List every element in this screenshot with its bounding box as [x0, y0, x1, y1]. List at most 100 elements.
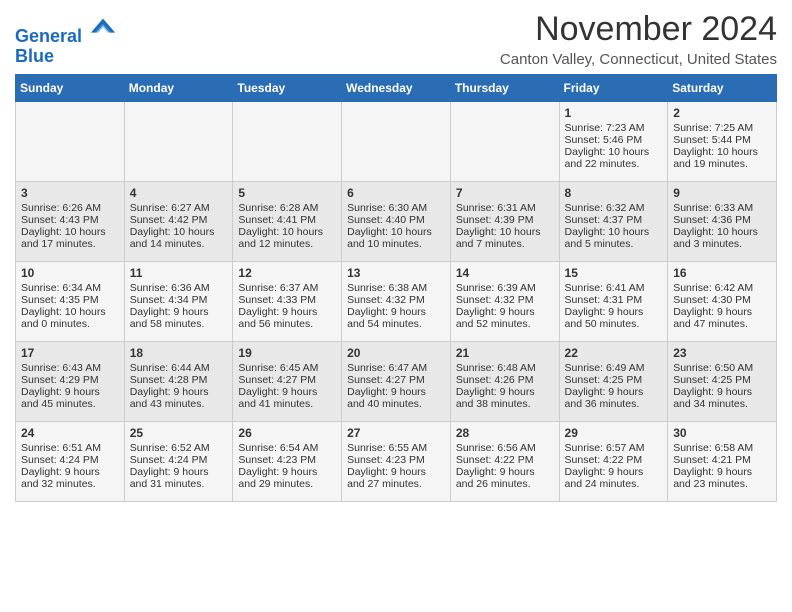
calendar-day-2: 2Sunrise: 7:25 AMSunset: 5:44 PMDaylight…	[668, 102, 777, 182]
day-info-line: Sunset: 4:22 PM	[565, 454, 663, 466]
day-info-line: Sunset: 4:43 PM	[21, 214, 119, 226]
day-info-line: Daylight: 10 hours and 5 minutes.	[565, 226, 663, 250]
day-info-line: Sunrise: 6:54 AM	[238, 442, 336, 454]
day-number: 26	[238, 426, 336, 440]
day-number: 5	[238, 186, 336, 200]
day-info-line: Daylight: 10 hours and 22 minutes.	[565, 146, 663, 170]
calendar-day-27: 27Sunrise: 6:55 AMSunset: 4:23 PMDayligh…	[342, 422, 451, 502]
calendar-day-25: 25Sunrise: 6:52 AMSunset: 4:24 PMDayligh…	[124, 422, 233, 502]
day-info-line: Sunrise: 6:28 AM	[238, 202, 336, 214]
calendar-week-1: 1Sunrise: 7:23 AMSunset: 5:46 PMDaylight…	[16, 102, 777, 182]
calendar-day-24: 24Sunrise: 6:51 AMSunset: 4:24 PMDayligh…	[16, 422, 125, 502]
empty-cell	[450, 102, 559, 182]
day-number: 23	[673, 346, 771, 360]
day-info-line: Daylight: 9 hours and 23 minutes.	[673, 466, 771, 490]
day-number: 12	[238, 266, 336, 280]
day-info-line: Sunrise: 6:41 AM	[565, 282, 663, 294]
day-info-line: Sunrise: 6:48 AM	[456, 362, 554, 374]
calendar-day-16: 16Sunrise: 6:42 AMSunset: 4:30 PMDayligh…	[668, 262, 777, 342]
day-info-line: Sunset: 5:44 PM	[673, 134, 771, 146]
day-info-line: Daylight: 9 hours and 45 minutes.	[21, 386, 119, 410]
day-info-line: Daylight: 9 hours and 31 minutes.	[130, 466, 228, 490]
day-number: 22	[565, 346, 663, 360]
calendar-day-1: 1Sunrise: 7:23 AMSunset: 5:46 PMDaylight…	[559, 102, 668, 182]
empty-cell	[342, 102, 451, 182]
day-number: 8	[565, 186, 663, 200]
page-header: General Blue November 2024 Canton Valley…	[15, 10, 777, 68]
day-info-line: Sunrise: 6:36 AM	[130, 282, 228, 294]
location-text: Canton Valley, Connecticut, United State…	[500, 51, 777, 68]
day-info-line: Daylight: 10 hours and 3 minutes.	[673, 226, 771, 250]
day-number: 7	[456, 186, 554, 200]
calendar-week-2: 3Sunrise: 6:26 AMSunset: 4:43 PMDaylight…	[16, 182, 777, 262]
day-number: 3	[21, 186, 119, 200]
day-info-line: Sunset: 4:24 PM	[21, 454, 119, 466]
day-info-line: Sunset: 4:32 PM	[347, 294, 445, 306]
day-number: 2	[673, 106, 771, 120]
weekday-header-monday: Monday	[124, 75, 233, 102]
logo: General Blue	[15, 14, 117, 67]
calendar-day-8: 8 Sunrise: 6:32 AMSunset: 4:37 PMDaylight…	[559, 182, 668, 262]
day-number: 16	[673, 266, 771, 280]
day-info-line: Sunrise: 6:43 AM	[21, 362, 119, 374]
day-number: 15	[565, 266, 663, 280]
day-info-line: Sunrise: 6:32 AM	[565, 202, 663, 214]
day-info-line: Sunrise: 6:50 AM	[673, 362, 771, 374]
day-info-line: Sunrise: 6:27 AM	[130, 202, 228, 214]
day-info-line: Sunset: 4:42 PM	[130, 214, 228, 226]
day-number: 1	[565, 106, 663, 120]
day-info-line: Sunrise: 6:33 AM	[673, 202, 771, 214]
day-info-line: Sunset: 4:33 PM	[238, 294, 336, 306]
day-info-line: Daylight: 9 hours and 56 minutes.	[238, 306, 336, 330]
day-info-line: Daylight: 9 hours and 26 minutes.	[456, 466, 554, 490]
weekday-header-thursday: Thursday	[450, 75, 559, 102]
calendar-day-19: 19Sunrise: 6:45 AMSunset: 4:27 PMDayligh…	[233, 342, 342, 422]
day-info-line: Sunrise: 6:55 AM	[347, 442, 445, 454]
weekday-header-tuesday: Tuesday	[233, 75, 342, 102]
logo-text: General	[15, 14, 117, 47]
day-number: 21	[456, 346, 554, 360]
day-number: 17	[21, 346, 119, 360]
day-number: 20	[347, 346, 445, 360]
day-number: 13	[347, 266, 445, 280]
day-info-line: Daylight: 9 hours and 43 minutes.	[130, 386, 228, 410]
day-info-line: Sunrise: 6:44 AM	[130, 362, 228, 374]
calendar-day-6: 6Sunrise: 6:30 AMSunset: 4:40 PMDaylight…	[342, 182, 451, 262]
day-info-line: Sunrise: 6:56 AM	[456, 442, 554, 454]
day-info-line: Sunset: 4:28 PM	[130, 374, 228, 386]
day-info-line: Daylight: 9 hours and 50 minutes.	[565, 306, 663, 330]
calendar-day-20: 20Sunrise: 6:47 AMSunset: 4:27 PMDayligh…	[342, 342, 451, 422]
day-info-line: Sunset: 4:34 PM	[130, 294, 228, 306]
day-info-line: Sunset: 4:22 PM	[456, 454, 554, 466]
day-info-line: Sunset: 4:37 PM	[565, 214, 663, 226]
day-info-line: Daylight: 9 hours and 47 minutes.	[673, 306, 771, 330]
day-info-line: Daylight: 9 hours and 36 minutes.	[565, 386, 663, 410]
calendar-day-11: 11Sunrise: 6:36 AMSunset: 4:34 PMDayligh…	[124, 262, 233, 342]
day-info-line: Sunrise: 6:31 AM	[456, 202, 554, 214]
day-number: 24	[21, 426, 119, 440]
calendar-header: SundayMondayTuesdayWednesdayThursdayFrid…	[16, 75, 777, 102]
day-number: 9	[673, 186, 771, 200]
calendar-day-10: 10Sunrise: 6:34 AMSunset: 4:35 PMDayligh…	[16, 262, 125, 342]
day-info-line: Sunset: 4:40 PM	[347, 214, 445, 226]
empty-cell	[233, 102, 342, 182]
day-number: 14	[456, 266, 554, 280]
logo-icon	[89, 14, 117, 42]
day-info-line: Sunrise: 6:57 AM	[565, 442, 663, 454]
weekday-header-sunday: Sunday	[16, 75, 125, 102]
day-info-line: Sunset: 4:39 PM	[456, 214, 554, 226]
day-info-line: Sunrise: 6:34 AM	[21, 282, 119, 294]
weekday-header-wednesday: Wednesday	[342, 75, 451, 102]
day-info-line: Sunset: 4:36 PM	[673, 214, 771, 226]
day-info-line: Daylight: 10 hours and 7 minutes.	[456, 226, 554, 250]
calendar-day-29: 29Sunrise: 6:57 AMSunset: 4:22 PMDayligh…	[559, 422, 668, 502]
empty-cell	[124, 102, 233, 182]
day-info-line: Daylight: 9 hours and 52 minutes.	[456, 306, 554, 330]
day-info-line: Daylight: 9 hours and 27 minutes.	[347, 466, 445, 490]
calendar-day-22: 22Sunrise: 6:49 AMSunset: 4:25 PMDayligh…	[559, 342, 668, 422]
empty-cell	[16, 102, 125, 182]
day-info-line: Sunset: 4:35 PM	[21, 294, 119, 306]
day-info-line: Daylight: 9 hours and 41 minutes.	[238, 386, 336, 410]
calendar-day-17: 17Sunrise: 6:43 AMSunset: 4:29 PMDayligh…	[16, 342, 125, 422]
day-info-line: Sunset: 4:27 PM	[238, 374, 336, 386]
